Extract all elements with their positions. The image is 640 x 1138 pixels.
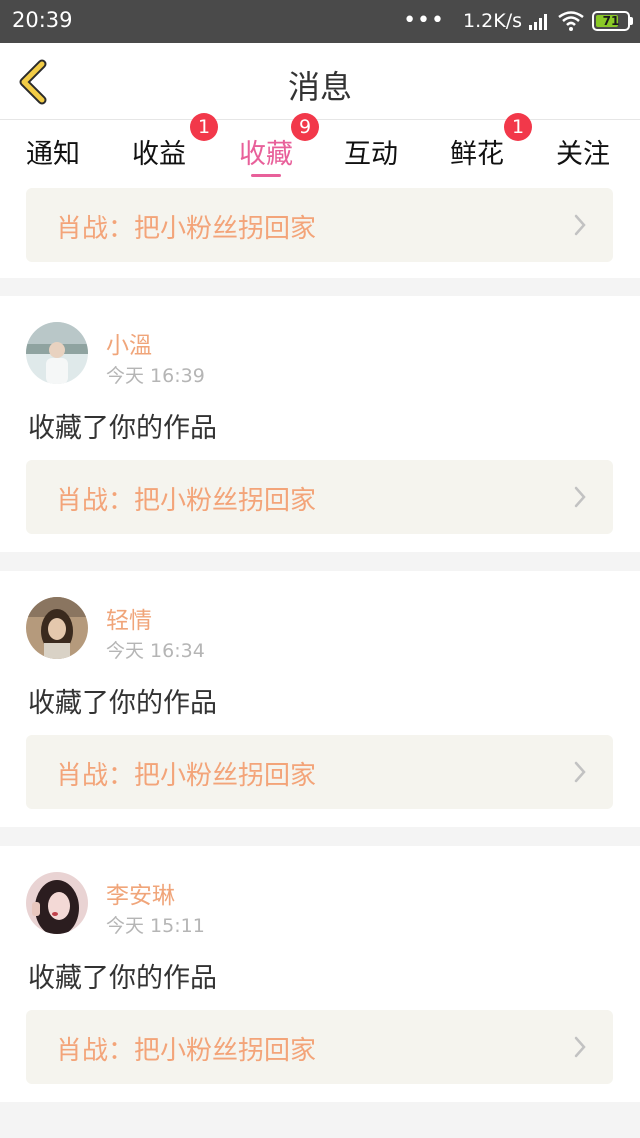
status-bar: 20:39 ••• 1.2K/s 71 (0, 0, 640, 43)
active-tab-indicator (251, 174, 281, 177)
action-text: 收藏了你的作品 (28, 413, 217, 444)
battery-icon: 71 (592, 11, 633, 31)
wifi-icon (558, 11, 584, 31)
battery-level: 71 (602, 14, 620, 28)
tab-notifications[interactable]: 通知 (26, 132, 80, 171)
message-card: 轻情 今天 16:34 收藏了你的作品 肖战：把小粉丝拐回家 (0, 571, 640, 827)
avatar[interactable] (26, 872, 88, 934)
work-link[interactable]: 肖战：把小粉丝拐回家 (26, 1010, 613, 1084)
work-title: 肖战：把小粉丝拐回家 (56, 214, 317, 244)
tab-label: 通知 (26, 139, 80, 170)
tab-earnings[interactable]: 收益 (132, 132, 186, 171)
action-text: 收藏了你的作品 (28, 688, 217, 719)
timestamp: 今天 15:11 (106, 915, 205, 937)
timestamp: 今天 16:39 (106, 365, 205, 387)
work-title: 肖战：把小粉丝拐回家 (56, 1036, 317, 1066)
work-link[interactable]: 肖战：把小粉丝拐回家 (26, 735, 613, 809)
message-card: 小溫 今天 16:39 收藏了你的作品 肖战：把小粉丝拐回家 (0, 296, 640, 552)
tab-favorites[interactable]: 收藏 (239, 132, 293, 177)
tab-badge: 1 (504, 113, 532, 141)
action-text: 收藏了你的作品 (28, 963, 217, 994)
tab-label: 鲜花 (450, 139, 504, 170)
tab-badge: 1 (190, 113, 218, 141)
tab-bar: 通知 收益 1 收藏 9 互动 鲜花 1 关注 (0, 113, 640, 186)
page-title: 消息 (287, 68, 352, 106)
username[interactable]: 小溫 (106, 326, 152, 360)
tab-badge: 9 (291, 113, 319, 141)
chevron-right-icon (574, 214, 586, 236)
tab-following[interactable]: 关注 (556, 132, 610, 171)
notification-dots-icon: ••• (403, 8, 446, 33)
tab-interactions[interactable]: 互动 (344, 132, 398, 171)
tab-flowers[interactable]: 鲜花 (450, 132, 504, 171)
work-link[interactable]: 肖战：把小粉丝拐回家 (26, 188, 613, 262)
tab-label: 收益 (132, 139, 186, 170)
chevron-right-icon (574, 1036, 586, 1058)
username[interactable]: 轻情 (106, 601, 152, 635)
tab-label: 关注 (556, 139, 610, 170)
work-title: 肖战：把小粉丝拐回家 (56, 761, 317, 791)
nav-bar: 消息 (0, 43, 640, 120)
username[interactable]: 李安琳 (106, 876, 175, 910)
chevron-right-icon (574, 761, 586, 783)
message-card: 李安琳 今天 15:11 收藏了你的作品 肖战：把小粉丝拐回家 (0, 846, 640, 1102)
message-card: 肖战：把小粉丝拐回家 (0, 186, 640, 278)
chevron-right-icon (574, 486, 586, 508)
timestamp: 今天 16:34 (106, 640, 205, 662)
work-title: 肖战：把小粉丝拐回家 (56, 486, 317, 516)
work-link[interactable]: 肖战：把小粉丝拐回家 (26, 460, 613, 534)
avatar[interactable] (26, 597, 88, 659)
status-time: 20:39 (12, 8, 73, 32)
signal-icon (529, 14, 547, 30)
avatar[interactable] (26, 322, 88, 384)
tab-label: 互动 (344, 139, 398, 170)
network-speed: 1.2K/s (463, 10, 522, 32)
tab-label: 收藏 (239, 139, 293, 170)
